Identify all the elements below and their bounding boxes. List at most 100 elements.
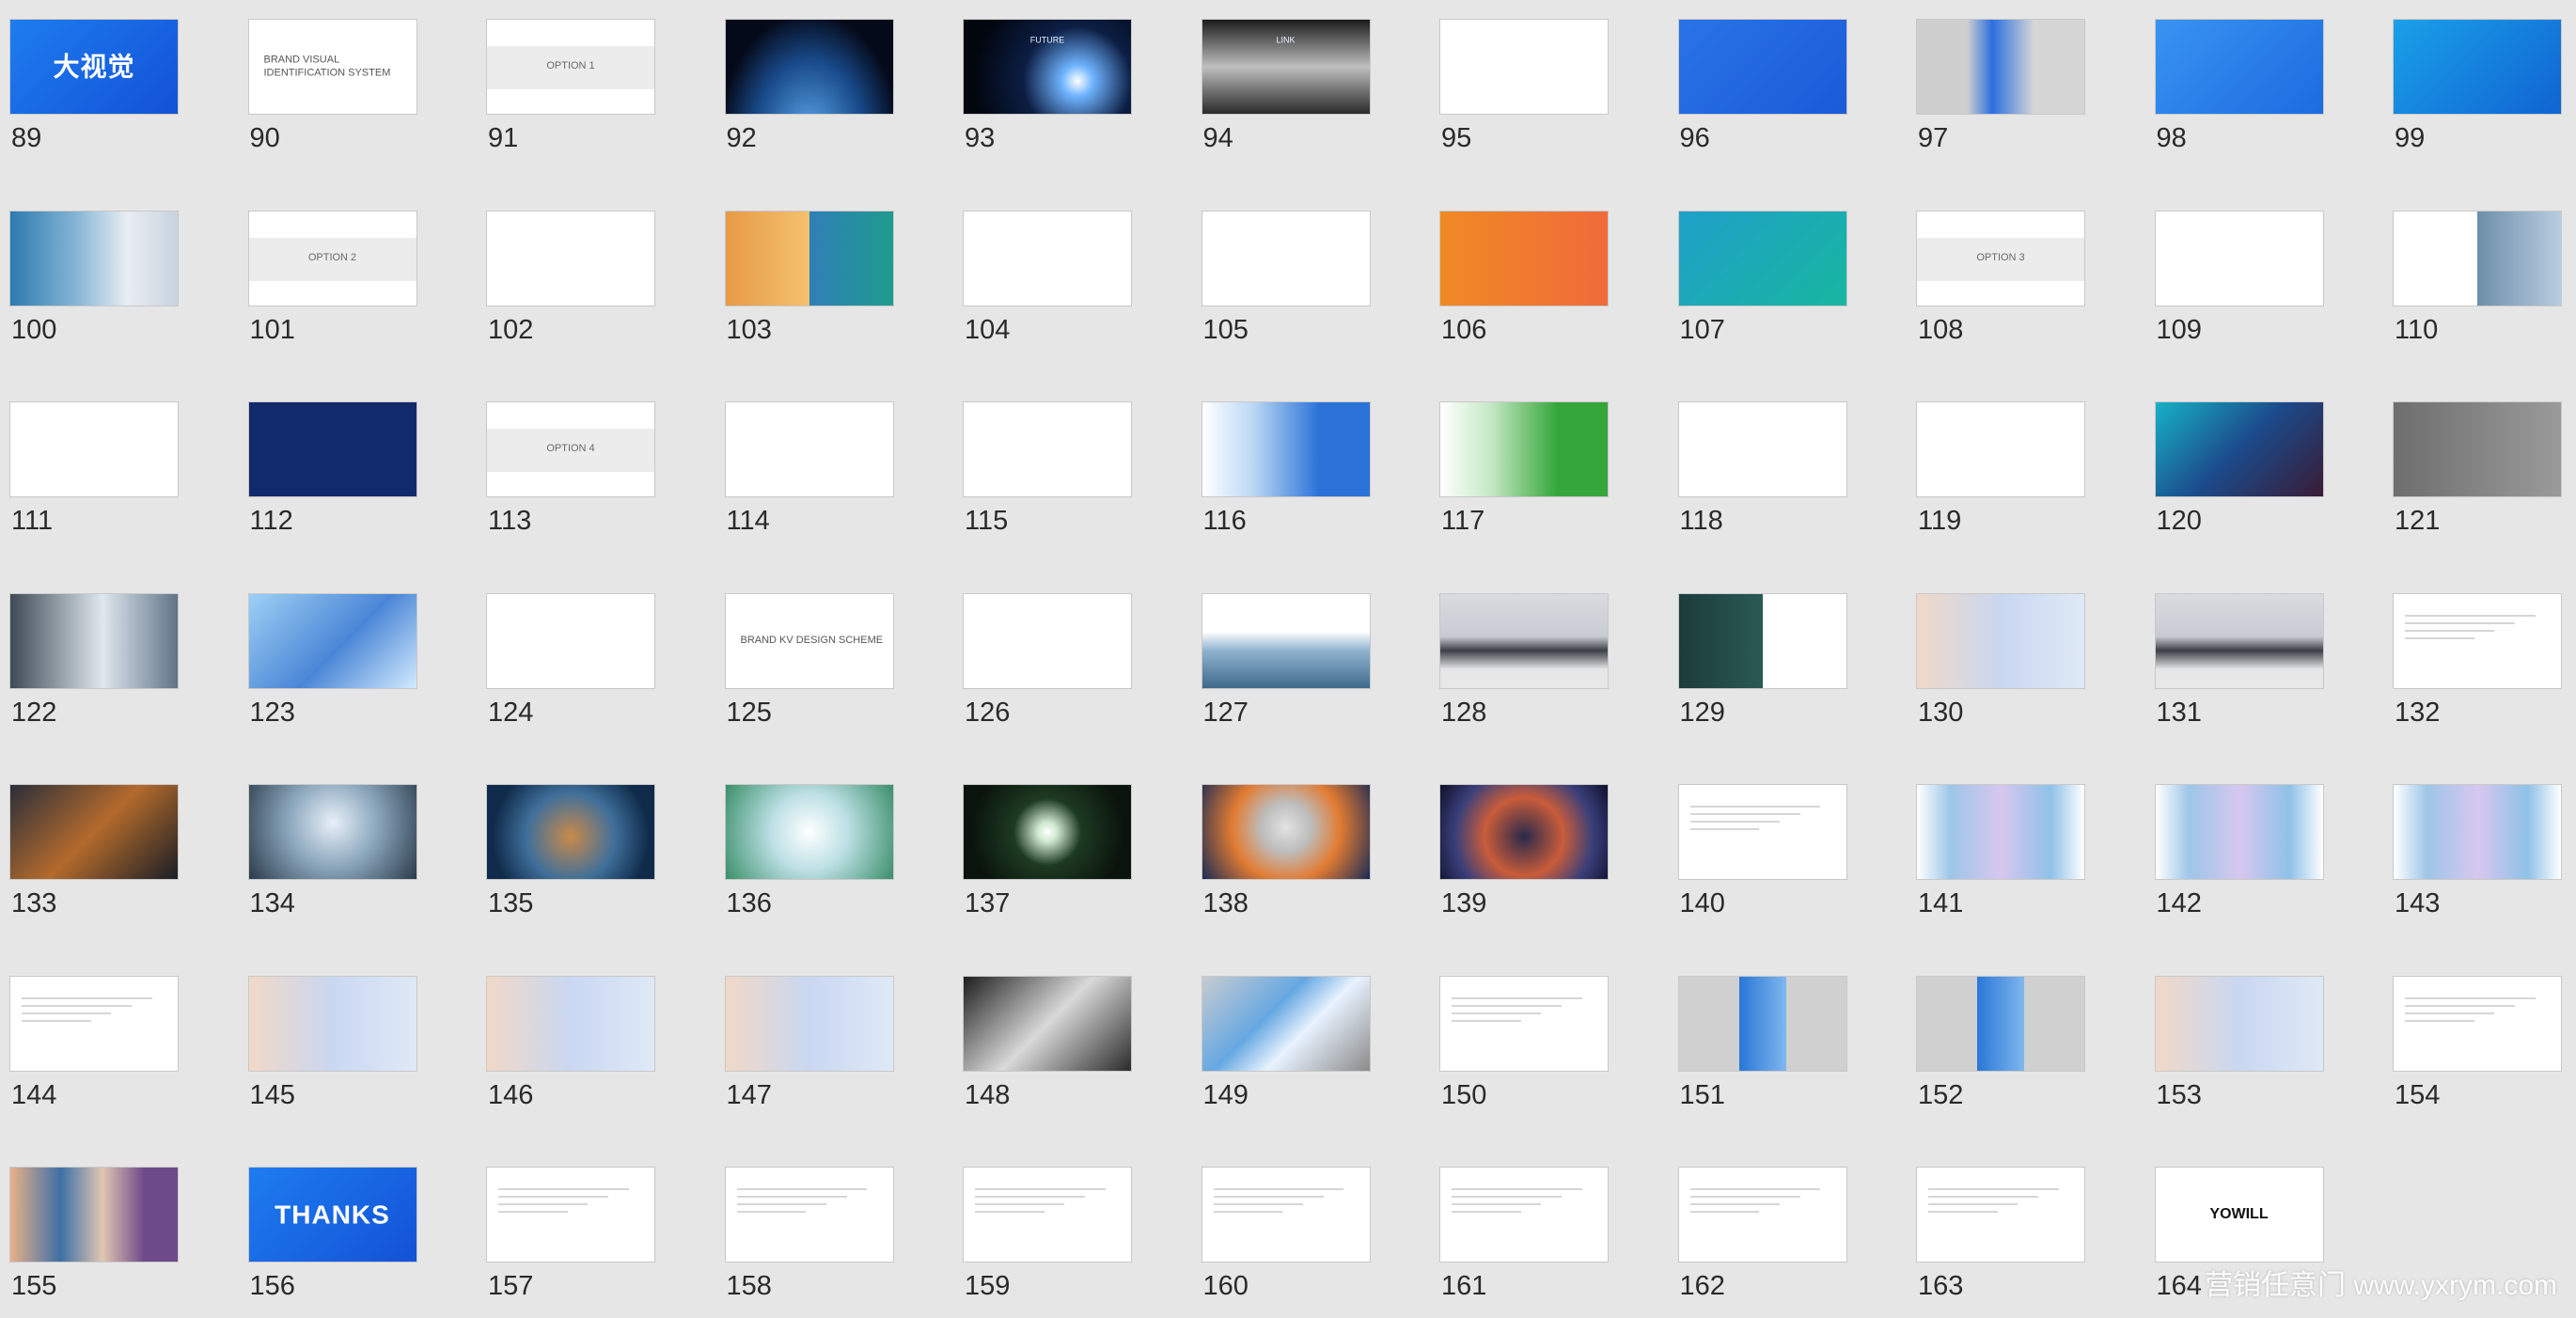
slide-thumbnail[interactable] [2393, 210, 2562, 306]
slide-thumbnail[interactable] [247, 401, 417, 497]
slide-thumbnail[interactable] [1439, 975, 1609, 1072]
slide-thumbnail[interactable] [2393, 975, 2562, 1072]
slide-thumbnail[interactable] [2154, 19, 2324, 115]
slide-thumbnail[interactable]: OPTION 3 [1916, 210, 2085, 306]
slide-thumbnail[interactable] [963, 975, 1132, 1072]
slide-number: 113 [488, 506, 532, 536]
slide-thumbnail[interactable] [1201, 592, 1371, 689]
slide-thumbnail[interactable] [1916, 784, 2085, 880]
slide-number: 108 [1918, 314, 1964, 345]
slide-thumbnail[interactable]: 大视觉 [9, 19, 179, 115]
slide-thumbnail[interactable] [1439, 1167, 1609, 1263]
slide-number: 98 [2156, 123, 2187, 153]
slide-thumbnail[interactable] [724, 975, 894, 1072]
slide-thumbnail[interactable] [1439, 592, 1609, 689]
slide-thumbnail[interactable] [9, 210, 179, 306]
slide-thumbnail[interactable] [486, 210, 655, 306]
slide-thumbnail[interactable] [963, 784, 1132, 880]
slide-thumbnail[interactable] [1677, 592, 1847, 689]
slide-number: 130 [1918, 697, 1964, 728]
slide-thumbnail[interactable] [9, 1167, 179, 1263]
slide-thumbnail[interactable] [1677, 210, 1847, 306]
slide-thumbnail[interactable] [724, 401, 894, 497]
slide-number: 104 [965, 314, 1011, 345]
slide-thumbnail[interactable] [2393, 784, 2562, 880]
slide-thumbnail[interactable] [2393, 19, 2562, 115]
thumbnail-text-lines [2405, 609, 2550, 645]
thumbnail-text-lines [498, 1183, 643, 1218]
slide-thumbnail[interactable] [724, 1167, 894, 1263]
slide-thumbnail[interactable] [247, 592, 417, 689]
slide-thumbnail[interactable] [1201, 210, 1371, 306]
slide-thumbnail[interactable] [2154, 592, 2324, 689]
slide-thumbnail[interactable] [724, 784, 894, 880]
slide-number: 146 [488, 1079, 534, 1110]
slide-thumbnail[interactable] [1439, 401, 1609, 497]
slide-thumbnail[interactable] [1439, 784, 1609, 880]
slide-thumbnail[interactable] [1677, 19, 1847, 115]
slide-thumbnail[interactable] [9, 592, 179, 689]
slide-thumbnail[interactable] [724, 19, 894, 115]
slide-thumbnail[interactable]: YOWILL [2154, 1167, 2324, 1263]
slide-thumbnail[interactable]: LINK [1201, 19, 1371, 115]
slide-thumbnail[interactable] [963, 210, 1132, 306]
slide-thumbnail[interactable] [1201, 784, 1371, 880]
slide-thumbnail[interactable] [1677, 784, 1847, 880]
slide-thumbnail[interactable] [1916, 401, 2085, 497]
slide-number: 140 [1679, 888, 1725, 918]
slide-thumbnail[interactable] [2393, 401, 2562, 497]
thumbnail-text-lines [2405, 992, 2550, 1028]
thumbnail-text: BRAND KV DESIGN SCHEME [740, 634, 884, 646]
slide-thumbnail[interactable] [1916, 1167, 2085, 1263]
slide-number: 94 [1202, 123, 1233, 153]
slide-thumbnail[interactable] [247, 975, 417, 1072]
slide-thumbnail[interactable] [1677, 1167, 1847, 1263]
slide-thumbnail[interactable] [9, 401, 179, 497]
slide-thumbnail[interactable] [963, 1167, 1132, 1263]
slide-thumbnail[interactable] [724, 210, 894, 306]
slide-thumbnail[interactable] [2393, 592, 2562, 689]
slide-thumbnail[interactable] [963, 592, 1132, 689]
slide-number: 143 [2395, 888, 2441, 918]
slide-thumbnail[interactable]: BRAND VISUAL IDENTIFICATION SYSTEM [247, 19, 417, 115]
thumbnail-text: THANKS [275, 1200, 390, 1230]
slide-thumbnail[interactable]: THANKS [247, 1167, 417, 1263]
slide-number: 107 [1679, 314, 1725, 345]
slide-thumbnail[interactable] [9, 784, 179, 880]
slide-thumbnail[interactable] [963, 401, 1132, 497]
slide-thumbnail[interactable] [486, 975, 655, 1072]
slide-thumbnail[interactable]: OPTION 4 [486, 401, 655, 497]
slide-thumbnail[interactable] [247, 784, 417, 880]
slide-thumbnail[interactable] [1677, 975, 1847, 1072]
slide-thumbnail[interactable] [1916, 19, 2085, 115]
slide-thumbnail[interactable] [1201, 1167, 1371, 1263]
slide-thumbnail[interactable] [1439, 19, 1609, 115]
slide-number: 110 [2395, 314, 2439, 345]
slide-number: 97 [1918, 123, 1949, 153]
slide-thumbnail[interactable] [9, 975, 179, 1072]
slide-thumbnail[interactable] [1916, 592, 2085, 689]
slide-number: 124 [488, 697, 534, 728]
slide-thumbnail[interactable] [2154, 784, 2324, 880]
thumbnail-text: OPTION 1 [546, 60, 595, 72]
slide-thumbnail[interactable] [486, 1167, 655, 1263]
slide-thumbnail[interactable] [2154, 210, 2324, 306]
slide-thumbnail[interactable] [486, 784, 655, 880]
slide-thumbnail[interactable] [1439, 210, 1609, 306]
slide-thumbnail[interactable] [486, 592, 655, 689]
slide-thumbnail[interactable] [1201, 401, 1371, 497]
slide-number: 95 [1441, 123, 1472, 153]
slide-thumbnail[interactable]: OPTION 1 [486, 19, 655, 115]
slide-thumbnail[interactable] [2154, 975, 2324, 1072]
slide-thumbnail[interactable] [1916, 975, 2085, 1072]
slide-number: 90 [249, 123, 280, 153]
thumbnail-text-lines [1213, 1183, 1359, 1218]
slide-thumbnail[interactable] [1677, 401, 1847, 497]
slide-thumbnail[interactable] [1201, 975, 1371, 1072]
slide-thumbnail[interactable]: BRAND KV DESIGN SCHEME [724, 592, 894, 689]
slide-number: 159 [965, 1271, 1011, 1301]
slide-thumbnail[interactable]: FUTURE [963, 19, 1132, 115]
slide-number: 119 [1918, 506, 1962, 536]
slide-thumbnail[interactable] [2154, 401, 2324, 497]
slide-thumbnail[interactable]: OPTION 2 [247, 210, 417, 306]
